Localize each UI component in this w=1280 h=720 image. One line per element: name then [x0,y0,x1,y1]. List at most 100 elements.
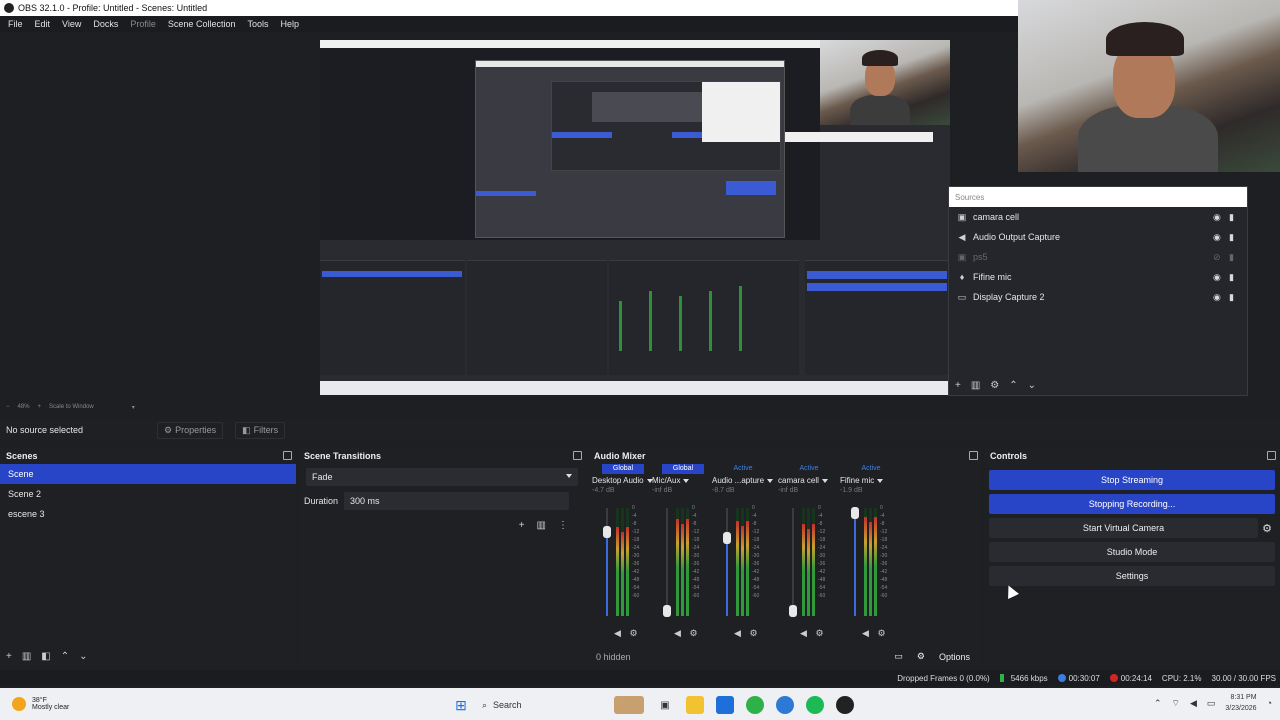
transition-type-select[interactable]: Fade [306,468,578,486]
source-item-audio-output-capture[interactable]: ◀ Audio Output Capture ◉ ▮ [949,227,1247,247]
undock-icon[interactable] [1267,451,1276,460]
settings-button[interactable]: Settings [989,566,1275,586]
menu-edit[interactable]: Edit [29,19,57,29]
eye-icon[interactable]: ◉ [1213,272,1223,282]
channel-name[interactable]: Mic/Aux [652,476,714,485]
trash-icon[interactable]: ▥ [537,520,546,531]
scene-item-escene-3[interactable]: escene 3 [0,504,296,524]
stop-recording-button[interactable]: Stopping Recording... [989,494,1275,514]
speaker-icon[interactable]: ◀ [862,628,869,638]
fader-knob[interactable] [789,604,797,617]
add-icon[interactable]: + [955,380,961,391]
stop-streaming-button[interactable]: Stop Streaming [989,470,1275,490]
chevron-up-icon[interactable]: ⌃ [1154,698,1162,709]
menu-profile[interactable]: Profile [124,19,162,29]
gear-icon[interactable]: ⚙ [815,628,823,638]
filter-icon[interactable]: ◧ [41,651,50,662]
channel-name[interactable]: camara cell [778,476,840,485]
move-down-icon[interactable]: ⌄ [1028,380,1036,391]
widget-icon[interactable] [614,696,644,714]
move-down-icon[interactable]: ⌄ [79,651,87,662]
properties-button[interactable]: ⚙ Properties [157,421,224,439]
volume-icon[interactable]: ◀ [1190,698,1197,709]
source-item-fifine-mic[interactable]: ♦ Fifine mic ◉ ▮ [949,267,1247,287]
studio-mode-button[interactable]: Studio Mode [989,542,1275,562]
lock-icon[interactable]: ▮ [1229,292,1239,302]
windows-start-icon[interactable]: ⊞ [452,696,470,714]
clock[interactable]: 8:31 PM 3/23/2026 [1225,692,1256,714]
fader-knob[interactable] [723,532,731,545]
zoom-in-icon[interactable]: + [38,404,42,410]
menu-docks[interactable]: Docks [87,19,124,29]
add-icon[interactable]: + [6,651,12,662]
gear-icon[interactable]: ⚙ [629,628,637,638]
fader-knob[interactable] [663,604,671,617]
trash-icon[interactable]: ▥ [22,651,31,662]
notification-icon[interactable]: ◔ [1267,698,1272,708]
menu-help[interactable]: Help [274,19,305,29]
menu-view[interactable]: View [56,19,87,29]
chrome-icon[interactable] [746,696,764,714]
source-item-display-capture-2[interactable]: ▭ Display Capture 2 ◉ ▮ [949,287,1247,307]
lock-icon[interactable]: ▮ [1229,212,1239,222]
undock-icon[interactable] [573,451,582,460]
channel-name[interactable]: Fifine mic [840,476,902,485]
move-up-icon[interactable]: ⌃ [1009,380,1017,391]
speaker-icon[interactable]: ◀ [674,628,681,638]
network-icon[interactable]: ⌔ [1172,698,1180,709]
speaker-icon[interactable]: ◀ [614,628,621,638]
virtual-camera-gear-icon[interactable]: ⚙ [1262,522,1272,535]
scene-item-scene[interactable]: Scene [0,464,296,484]
gear-icon[interactable]: ⚙ [990,380,999,391]
task-view-icon[interactable]: ▣ [656,696,674,714]
channel-name[interactable]: Audio ...apture [712,476,774,485]
file-explorer-icon[interactable] [686,696,704,714]
store-icon[interactable] [716,696,734,714]
undock-icon[interactable] [969,451,978,460]
scene-item-scene-2[interactable]: Scene 2 [0,484,296,504]
eye-icon[interactable]: ◉ [1213,232,1223,242]
gear-icon[interactable]: ⚙ [877,628,885,638]
eye-icon[interactable]: ◉ [1213,292,1223,302]
channel-name[interactable]: Desktop Audio [592,476,654,485]
gear-icon[interactable]: ⚙ [749,628,757,638]
filters-button[interactable]: ◧ Filters [235,421,286,439]
menu-scene-collection[interactable]: Scene Collection [162,19,242,29]
gear-icon[interactable]: ⚙ [689,628,697,638]
add-icon[interactable]: + [519,520,525,531]
chevron-down-icon[interactable]: ▾ [132,404,135,411]
zoom-out-icon[interactable]: − [6,404,10,410]
duration-field[interactable]: 300 ms [344,492,570,510]
volume-fader[interactable] [789,508,797,617]
taskbar-search[interactable]: ⌕ Search [482,695,602,715]
scale-mode[interactable]: Scale to Window [49,404,94,410]
undock-icon[interactable] [283,451,292,460]
lock-icon[interactable]: ▮ [1229,272,1239,282]
battery-icon[interactable]: ▭ [1207,698,1216,709]
weather-widget[interactable]: 38°F Mostly clear [0,697,69,711]
obs-app-icon[interactable] [836,696,854,714]
fader-knob[interactable] [603,525,611,538]
volume-fader[interactable] [851,507,859,616]
gear-icon[interactable]: ⚙ [917,651,925,662]
source-item-ps5[interactable]: ▣ ps5 ⊘ ▮ [949,247,1247,267]
volume-fader[interactable] [603,508,611,616]
program-preview[interactable] [320,40,950,395]
more-icon[interactable]: ⋮ [558,520,568,531]
move-up-icon[interactable]: ⌃ [61,651,69,662]
options-button[interactable]: Options [939,652,970,662]
lock-icon[interactable]: ▮ [1229,252,1239,262]
lock-icon[interactable]: ▮ [1229,232,1239,242]
speaker-icon[interactable]: ◀ [734,628,741,638]
virtual-camera-button[interactable]: Start Virtual Camera [989,518,1258,538]
spotify-icon[interactable] [806,696,824,714]
trash-icon[interactable]: ▥ [971,380,980,391]
menu-tools[interactable]: Tools [241,19,274,29]
layout-icon[interactable]: ▭ [894,651,903,662]
eye-icon[interactable]: ◉ [1213,212,1223,222]
fader-knob[interactable] [851,507,859,520]
volume-fader[interactable] [663,508,671,617]
menu-file[interactable]: File [2,19,29,29]
volume-fader[interactable] [723,508,731,616]
source-item-camara-cell[interactable]: ▣ camara cell ◉ ▮ [949,207,1247,227]
